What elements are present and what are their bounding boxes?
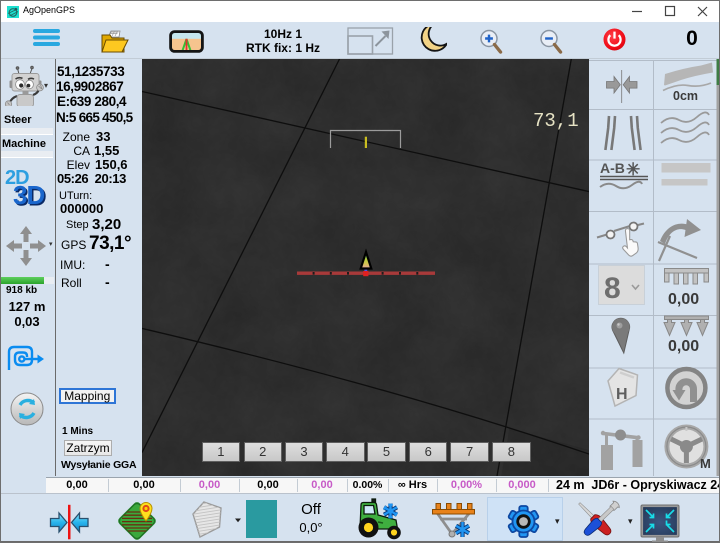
svg-text:M: M <box>700 456 711 471</box>
svg-text:0,00: 0,00 <box>668 291 699 308</box>
svg-text:A-B: A-B <box>600 160 625 176</box>
svg-text:8: 8 <box>604 272 621 305</box>
svg-text:73,1: 73,1 <box>533 110 579 132</box>
svg-text:0,00: 0,00 <box>668 338 699 355</box>
svg-text:H: H <box>616 386 628 403</box>
svg-text:0cm: 0cm <box>673 89 698 103</box>
